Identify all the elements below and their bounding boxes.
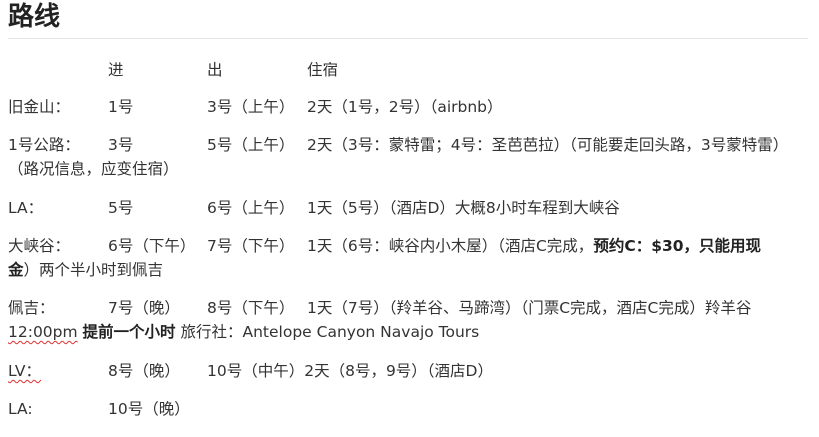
row-stay: 2天（3号：蒙特雷；4号：圣芭芭拉）（可能要走回头路，3号蒙特雷） [307, 136, 789, 154]
row-stay-wrap: 12:00pm 提前一个小时 旅行社：Antelope Canyon Navaj… [8, 320, 479, 344]
row-out: 7号（下午） [207, 237, 295, 255]
row-stay-wrap: 金）两个半小时到佩吉 [8, 258, 163, 282]
title-divider [8, 38, 808, 39]
row-place: LV： [8, 362, 42, 380]
row-stay: 1天（5号）（酒店D）大概8小时车程到大峡谷 [307, 199, 620, 217]
row-place: 佩吉： [8, 299, 55, 317]
row-wrap-time: 12:00pm [8, 323, 78, 341]
row-place: 1号公路： [8, 136, 80, 154]
row-in: 8号（晚） [108, 362, 180, 380]
row-wrap-text: ）两个半小时到佩吉 [23, 261, 164, 279]
row-stay: 2天（1号，2号）（airbnb） [307, 98, 503, 116]
row-in: 10号（晚） [108, 400, 190, 418]
row-in: 7号（晚） [108, 299, 180, 317]
row-wrap-text: 旅行社：Antelope Canyon Navajo Tours [180, 323, 480, 341]
row-stay-bold: 预约C：$30，只能用现 [593, 237, 762, 255]
row-stay-text: 1天（6号：峡谷内小木屋）（酒店C完成， [307, 237, 594, 255]
row-in: 3号 [108, 136, 134, 154]
row-out: 3号（上午） [207, 98, 295, 116]
row-place: LA： [8, 199, 44, 217]
row-place: LA: [8, 400, 33, 418]
row-place: 旧金山： [8, 98, 71, 116]
header-in: 进 [108, 61, 124, 79]
row-wrap-bold: 提前一个小时 [82, 323, 176, 341]
row-stay: 1天（7号）（羚羊谷、马蹄湾）（门票C完成，酒店C完成）羚羊谷 [307, 299, 752, 317]
row-out: 5号（上午） [207, 136, 295, 154]
row-place: 大峡谷： [8, 237, 71, 255]
header-out: 出 [207, 61, 223, 79]
row-in: 5号 [108, 199, 134, 217]
page-title: 路线 [8, 2, 61, 32]
row-in: 6号（下午） [108, 237, 196, 255]
row-out: 8号（下午） [207, 299, 295, 317]
row-stay-wrap: （路况信息，应变住宿） [8, 160, 179, 178]
row-out: 6号（上午） [207, 199, 295, 217]
row-in: 1号 [108, 98, 134, 116]
row-wrap-bold: 金 [8, 261, 24, 279]
header-stay: 住宿 [307, 61, 339, 79]
row-stay: 1天（6号：峡谷内小木屋）（酒店C完成，预约C：$30，只能用现 [307, 234, 761, 258]
row-out: 10号（中午）2天（8号，9号）（酒店D） [207, 362, 493, 380]
